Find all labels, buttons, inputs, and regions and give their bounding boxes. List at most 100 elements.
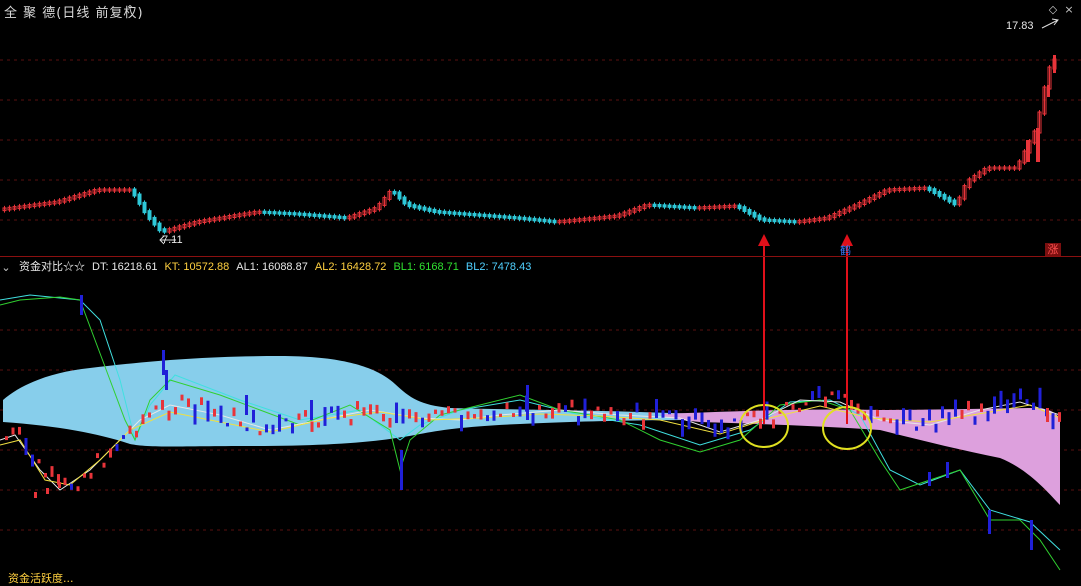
indicator-candle [713,423,717,437]
indicator-name[interactable]: 资金对比☆☆ [19,261,85,273]
price-candle [262,210,267,214]
indicator-menu-icon[interactable]: ⌄ [0,261,12,275]
indicator-candle [674,410,678,420]
indicator-candle [356,401,359,410]
indicator-candle [336,405,340,420]
indicator-candle [174,407,177,415]
indicator-dt: DT: 16218.61 [92,261,158,273]
price-candle [137,193,142,205]
indicator-candle [141,414,145,425]
price-candle [532,217,537,222]
price-candle [282,211,287,215]
indicator-candle [492,410,496,421]
indicator-candle [427,413,431,422]
price-candle [457,211,462,216]
indicator-candle [317,422,320,428]
indicator-candle [616,410,619,422]
price-candle [792,220,797,224]
price-candle [412,204,417,209]
price-candle [752,211,757,218]
price-candle [927,186,932,192]
indicator-candle [980,403,983,412]
price-candle [687,205,692,210]
indicator-candle [668,410,671,415]
indicator-candle [577,416,580,426]
indicator-candle [687,416,691,430]
indicator-candle [70,483,73,490]
indicator-candle [531,413,535,426]
price-candle [452,211,457,215]
indicator-header: ⌄ 资金对比☆☆ DT: 16218.61 KT: 10572.88 AL1: 1608… [0,258,538,274]
indicator-candle [902,408,905,425]
indicator-candle [791,404,795,410]
indicator-candle [720,419,723,434]
indicator-candle [726,427,730,440]
indicator-candle [661,410,665,418]
indicator-candle [187,398,190,407]
price-candle [292,212,297,216]
price-high-label: 17.83 [1006,20,1034,32]
price-candle [447,211,452,215]
indicator-candle [622,418,626,426]
price-candle [442,210,447,215]
chart-canvas[interactable] [0,0,1081,581]
price-candle [537,218,542,222]
indicator-candle [76,486,80,492]
indicator-candle [785,401,788,406]
indicator-candle [466,411,470,420]
price-candle [1047,85,1050,97]
limit-up-badge: 涨 [1045,243,1061,257]
indicator-candle [804,402,808,406]
indicator-candle [401,408,405,424]
indicator-candle [291,423,294,434]
indicator-candle [518,406,522,417]
price-candle [652,203,657,207]
price-candle [517,216,522,220]
indicator-candle [544,413,548,419]
indicator-candle [226,423,229,427]
indicator-candle [265,424,268,433]
price-candle [522,216,527,221]
price-candle [462,212,467,216]
indicator-candle [154,405,158,410]
price-candle [267,210,272,215]
price-candle [777,219,782,223]
indicator-candle [1032,402,1035,410]
indicator-candle [343,410,346,418]
indicator-candle [1058,412,1061,422]
indicator-candle [44,473,47,478]
indicator-candle [499,413,502,417]
price-candle [342,215,347,220]
indicator-candle [206,400,210,422]
price-candle [932,188,937,195]
indicator-candle [946,462,949,478]
price-candle [317,213,322,218]
indicator-candle [486,415,489,422]
indicator-candle [375,404,379,414]
price-candle [307,213,312,217]
price-candle [757,214,762,221]
indicator-candle [278,414,281,432]
indicator-candle [707,419,710,428]
indicator-candle [512,413,515,417]
indicator-candle [161,399,164,410]
indicator-candle [63,477,67,486]
indicator-candle [1030,520,1033,550]
indicator-candle [752,410,756,418]
price-candle [322,214,327,218]
indicator-candle [200,397,203,405]
price-candle [332,215,337,219]
indicator-candle [648,412,652,419]
price-candle [952,199,957,206]
indicator-candle [31,454,34,467]
price-candle [157,222,162,232]
indicator-candle [817,386,821,398]
indicator-candle [284,418,288,422]
price-candle [552,219,557,224]
indicator-candle [310,421,314,432]
indicator-candle [310,400,313,420]
price-candle [407,201,412,208]
indicator-candle [960,409,964,419]
indicator-candle [388,417,392,428]
price-candle [472,212,477,217]
